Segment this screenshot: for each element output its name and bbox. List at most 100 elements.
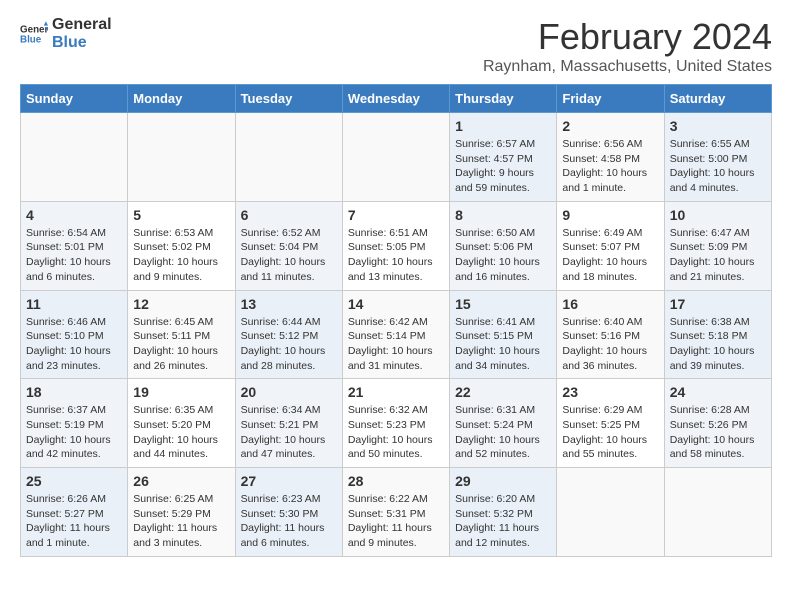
calendar-cell: 17Sunrise: 6:38 AM Sunset: 5:18 PM Dayli… <box>664 290 771 379</box>
header-friday: Friday <box>557 85 664 113</box>
calendar-cell: 23 Sunrise: 6:29 AM Sunset: 5:25 PM Dayli… <box>557 379 664 468</box>
day-info: Sunrise: 6:35 AM Sunset: 5:20 PM Dayligh… <box>133 403 229 462</box>
calendar-cell: 5 Sunrise: 6:53 AM Sunset: 5:02 PM Daylig… <box>128 201 235 290</box>
calendar-cell: 12Sunrise: 6:45 AM Sunset: 5:11 PM Dayli… <box>128 290 235 379</box>
calendar-cell: 19 Sunrise: 6:35 AM Sunset: 5:20 PM Dayli… <box>128 379 235 468</box>
day-info: Sunrise: 6:32 AM Sunset: 5:23 PM Dayligh… <box>348 403 444 462</box>
day-info: Sunrise: 6:37 AM Sunset: 5:19 PM Dayligh… <box>26 403 122 462</box>
day-number: 24 <box>670 384 766 400</box>
day-number: 14 <box>348 296 444 312</box>
week-row-4: 18 Sunrise: 6:37 AM Sunset: 5:19 PM Dayli… <box>21 379 772 468</box>
calendar-table: SundayMondayTuesdayWednesdayThursdayFrid… <box>20 84 772 557</box>
day-number: 7 <box>348 207 444 223</box>
calendar-cell: 16Sunrise: 6:40 AM Sunset: 5:16 PM Dayli… <box>557 290 664 379</box>
day-info: Sunrise: 6:41 AM Sunset: 5:15 PM Dayligh… <box>455 315 551 374</box>
day-info: Sunrise: 6:31 AM Sunset: 5:24 PM Dayligh… <box>455 403 551 462</box>
logo-general: General <box>52 16 112 34</box>
day-info: Sunrise: 6:29 AM Sunset: 5:25 PM Dayligh… <box>562 403 658 462</box>
day-info: Sunrise: 6:53 AM Sunset: 5:02 PM Dayligh… <box>133 226 229 285</box>
calendar-cell: 2 Sunrise: 6:56 AM Sunset: 4:58 PM Daylig… <box>557 113 664 202</box>
calendar-cell <box>235 113 342 202</box>
day-number: 1 <box>455 118 551 134</box>
day-number: 12 <box>133 296 229 312</box>
day-info: Sunrise: 6:49 AM Sunset: 5:07 PM Dayligh… <box>562 226 658 285</box>
calendar-cell: 8 Sunrise: 6:50 AM Sunset: 5:06 PM Daylig… <box>450 201 557 290</box>
calendar-cell: 26 Sunrise: 6:25 AM Sunset: 5:29 PM Dayli… <box>128 468 235 557</box>
calendar-cell: 18 Sunrise: 6:37 AM Sunset: 5:19 PM Dayli… <box>21 379 128 468</box>
day-info: Sunrise: 6:20 AM Sunset: 5:32 PM Dayligh… <box>455 492 551 551</box>
day-info: Sunrise: 6:46 AM Sunset: 5:10 PM Dayligh… <box>26 315 122 374</box>
calendar-cell: 29 Sunrise: 6:20 AM Sunset: 5:32 PM Dayli… <box>450 468 557 557</box>
day-number: 23 <box>562 384 658 400</box>
day-number: 5 <box>133 207 229 223</box>
day-info: Sunrise: 6:50 AM Sunset: 5:06 PM Dayligh… <box>455 226 551 285</box>
day-number: 25 <box>26 473 122 489</box>
calendar-cell: 25 Sunrise: 6:26 AM Sunset: 5:27 PM Dayli… <box>21 468 128 557</box>
day-number: 18 <box>26 384 122 400</box>
calendar-header: SundayMondayTuesdayWednesdayThursdayFrid… <box>21 85 772 113</box>
svg-text:Blue: Blue <box>20 34 42 45</box>
day-info: Sunrise: 6:34 AM Sunset: 5:21 PM Dayligh… <box>241 403 337 462</box>
title-block: February 2024 Raynham, Massachusetts, Un… <box>483 16 772 76</box>
day-info: Sunrise: 6:54 AM Sunset: 5:01 PM Dayligh… <box>26 226 122 285</box>
day-info: Sunrise: 6:23 AM Sunset: 5:30 PM Dayligh… <box>241 492 337 551</box>
calendar-cell: 22 Sunrise: 6:31 AM Sunset: 5:24 PM Dayli… <box>450 379 557 468</box>
day-info: Sunrise: 6:57 AM Sunset: 4:57 PM Dayligh… <box>455 137 551 196</box>
day-number: 3 <box>670 118 766 134</box>
week-row-3: 11 Sunrise: 6:46 AM Sunset: 5:10 PM Dayli… <box>21 290 772 379</box>
calendar-cell: 3 Sunrise: 6:55 AM Sunset: 5:00 PM Daylig… <box>664 113 771 202</box>
day-number: 20 <box>241 384 337 400</box>
calendar-cell: 28 Sunrise: 6:22 AM Sunset: 5:31 PM Dayli… <box>342 468 449 557</box>
calendar-cell: 13 Sunrise: 6:44 AM Sunset: 5:12 PM Dayli… <box>235 290 342 379</box>
day-number: 13 <box>241 296 337 312</box>
calendar-body: 1 Sunrise: 6:57 AM Sunset: 4:57 PM Daylig… <box>21 113 772 557</box>
day-info: Sunrise: 6:44 AM Sunset: 5:12 PM Dayligh… <box>241 315 337 374</box>
day-number: 22 <box>455 384 551 400</box>
day-number: 15 <box>455 296 551 312</box>
day-info: Sunrise: 6:26 AM Sunset: 5:27 PM Dayligh… <box>26 492 122 551</box>
day-number: 10 <box>670 207 766 223</box>
header-saturday: Saturday <box>664 85 771 113</box>
day-number: 11 <box>26 296 122 312</box>
calendar-cell: 9 Sunrise: 6:49 AM Sunset: 5:07 PM Daylig… <box>557 201 664 290</box>
calendar-cell: 14 Sunrise: 6:42 AM Sunset: 5:14 PM Dayli… <box>342 290 449 379</box>
week-row-5: 25 Sunrise: 6:26 AM Sunset: 5:27 PM Dayli… <box>21 468 772 557</box>
calendar-cell: 10 Sunrise: 6:47 AM Sunset: 5:09 PM Dayli… <box>664 201 771 290</box>
header-thursday: Thursday <box>450 85 557 113</box>
day-info: Sunrise: 6:47 AM Sunset: 5:09 PM Dayligh… <box>670 226 766 285</box>
logo: General Blue General Blue <box>20 16 112 51</box>
day-number: 16 <box>562 296 658 312</box>
day-number: 28 <box>348 473 444 489</box>
day-number: 8 <box>455 207 551 223</box>
day-number: 6 <box>241 207 337 223</box>
calendar-cell: 4 Sunrise: 6:54 AM Sunset: 5:01 PM Daylig… <box>21 201 128 290</box>
day-number: 19 <box>133 384 229 400</box>
logo-blue: Blue <box>52 34 112 52</box>
week-row-1: 1 Sunrise: 6:57 AM Sunset: 4:57 PM Daylig… <box>21 113 772 202</box>
calendar-cell: 20 Sunrise: 6:34 AM Sunset: 5:21 PM Dayli… <box>235 379 342 468</box>
day-number: 2 <box>562 118 658 134</box>
main-title: February 2024 <box>483 16 772 58</box>
calendar-cell: 24Sunrise: 6:28 AM Sunset: 5:26 PM Dayli… <box>664 379 771 468</box>
day-number: 4 <box>26 207 122 223</box>
day-number: 27 <box>241 473 337 489</box>
calendar-cell <box>21 113 128 202</box>
page-header: General Blue General Blue February 2024 … <box>20 16 772 76</box>
logo-icon: General Blue <box>20 20 48 48</box>
day-number: 9 <box>562 207 658 223</box>
header-row: SundayMondayTuesdayWednesdayThursdayFrid… <box>21 85 772 113</box>
day-info: Sunrise: 6:52 AM Sunset: 5:04 PM Dayligh… <box>241 226 337 285</box>
week-row-2: 4 Sunrise: 6:54 AM Sunset: 5:01 PM Daylig… <box>21 201 772 290</box>
day-info: Sunrise: 6:55 AM Sunset: 5:00 PM Dayligh… <box>670 137 766 196</box>
day-info: Sunrise: 6:56 AM Sunset: 4:58 PM Dayligh… <box>562 137 658 196</box>
calendar-cell: 21Sunrise: 6:32 AM Sunset: 5:23 PM Dayli… <box>342 379 449 468</box>
day-info: Sunrise: 6:42 AM Sunset: 5:14 PM Dayligh… <box>348 315 444 374</box>
day-info: Sunrise: 6:22 AM Sunset: 5:31 PM Dayligh… <box>348 492 444 551</box>
subtitle: Raynham, Massachusetts, United States <box>483 58 772 76</box>
calendar-cell <box>557 468 664 557</box>
day-info: Sunrise: 6:25 AM Sunset: 5:29 PM Dayligh… <box>133 492 229 551</box>
header-wednesday: Wednesday <box>342 85 449 113</box>
day-number: 26 <box>133 473 229 489</box>
day-number: 29 <box>455 473 551 489</box>
calendar-cell: 27 Sunrise: 6:23 AM Sunset: 5:30 PM Dayli… <box>235 468 342 557</box>
